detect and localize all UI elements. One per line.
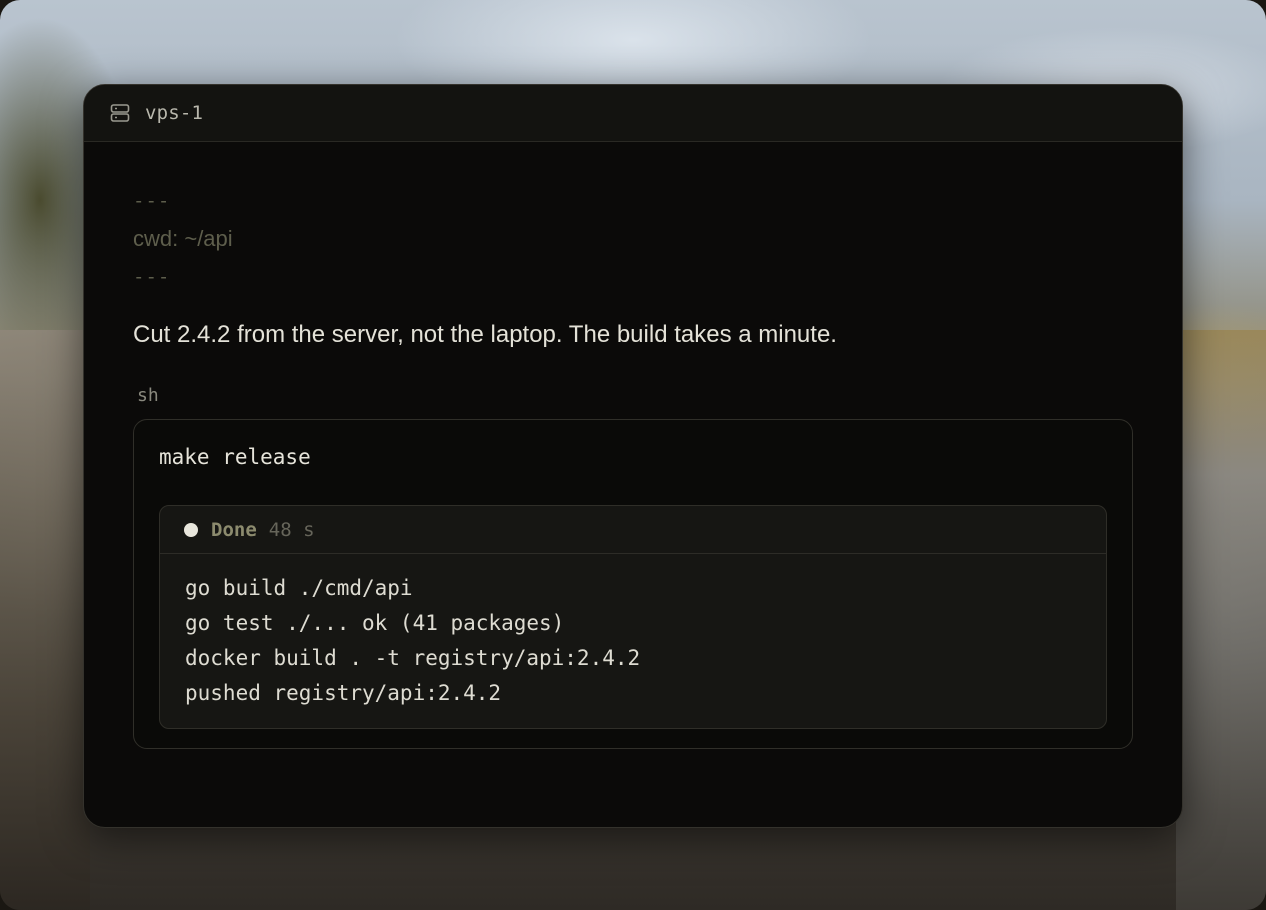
run-duration: 48 s: [268, 518, 315, 541]
note-content: --- cwd: ~/api --- Cut 2.4.2 from the se…: [84, 142, 1182, 749]
status-dot-icon: [184, 522, 198, 537]
run-status-header[interactable]: Done 48 s: [160, 506, 1106, 554]
run-output-panel: Done 48 s go build ./cmd/api go test ./.…: [159, 505, 1107, 729]
terminal-note-window: vps-1 --- cwd: ~/api --- Cut 2.4.2 from …: [83, 84, 1183, 828]
output-line: pushed registry/api:2.4.2: [185, 681, 502, 705]
code-language-label: sh: [137, 385, 159, 406]
run-output-body: go build ./cmd/api go test ./... ok (41 …: [160, 554, 1106, 711]
output-line: go build ./cmd/api: [185, 576, 413, 600]
code-block[interactable]: make release Done 48 s go build ./cmd/ap…: [133, 419, 1133, 749]
frontmatter-open-delimiter: ---: [133, 190, 171, 212]
wallpaper-cliff-right: [1176, 330, 1266, 910]
desktop-wallpaper: vps-1 --- cwd: ~/api --- Cut 2.4.2 from …: [0, 0, 1266, 910]
note-message: Cut 2.4.2 from the server, not the lapto…: [133, 321, 837, 348]
run-status-label: Done: [211, 518, 257, 541]
output-line: go test ./... ok (41 packages): [185, 611, 565, 635]
window-title: vps-1: [145, 102, 204, 124]
server-icon: [110, 103, 130, 123]
wallpaper-cliff-left: [0, 330, 90, 910]
window-titlebar: vps-1: [84, 85, 1182, 142]
frontmatter-cwd: cwd: ~/api: [133, 226, 233, 251]
code-command[interactable]: make release: [159, 440, 1107, 474]
output-line: docker build . -t registry/api:2.4.2: [185, 646, 641, 670]
frontmatter-close-delimiter: ---: [133, 266, 171, 288]
